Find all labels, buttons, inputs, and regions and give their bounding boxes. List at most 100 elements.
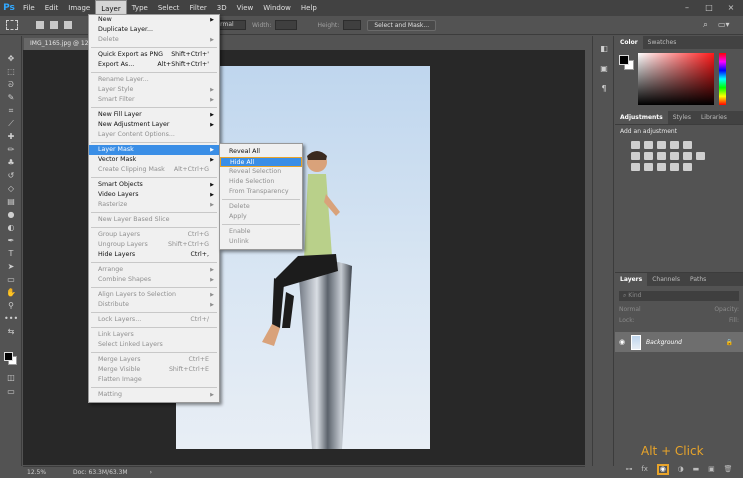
menu-item-video-layers[interactable]: Video Layers ▶ — [89, 190, 219, 200]
menu-item-new[interactable]: New ▶ — [89, 15, 219, 25]
trash-icon[interactable]: 🗑 — [724, 465, 733, 473]
move-tool-icon[interactable]: ✥ — [4, 54, 18, 64]
type-tool-icon[interactable]: T — [4, 249, 18, 259]
menu-item-hide-all[interactable]: Hide All — [220, 157, 302, 167]
dodge-tool-icon[interactable]: ◐ — [4, 223, 18, 233]
hue-slider[interactable] — [719, 53, 726, 105]
layer-row[interactable]: ◉ Background 🔒 — [615, 332, 743, 352]
tab-styles[interactable]: Styles — [668, 111, 696, 124]
menu-item-merge-visible[interactable]: Merge Visible Shift+Ctrl+E — [89, 365, 219, 375]
eraser-tool-icon[interactable]: ◇ — [4, 184, 18, 194]
menu-item-new-fill-layer[interactable]: New Fill Layer ▶ — [89, 110, 219, 120]
pen-tool-icon[interactable]: ✒ — [4, 236, 18, 246]
menu-help[interactable]: Help — [296, 0, 322, 16]
menu-item-hide-layers[interactable]: Hide Layers Ctrl+, — [89, 250, 219, 260]
new-layer-icon[interactable]: ▣ — [708, 465, 715, 473]
link-icon[interactable]: ⊶ — [625, 465, 632, 473]
tab-libraries[interactable]: Libraries — [696, 111, 732, 124]
history-dock-icon[interactable]: ▣ — [597, 64, 611, 76]
levels-icon[interactable] — [644, 141, 653, 149]
menu-window[interactable]: Window — [258, 0, 296, 16]
menu-item-rename-layer[interactable]: Rename Layer... — [89, 75, 219, 85]
menu-item-combine-shapes[interactable]: Combine Shapes ▶ — [89, 275, 219, 285]
new-selection-icon[interactable] — [36, 21, 44, 29]
close-button[interactable]: × — [721, 0, 741, 14]
selective-color-icon[interactable] — [670, 163, 679, 171]
eye-icon[interactable]: ◉ — [615, 338, 629, 346]
menu-item-matting[interactable]: Matting ▶ — [89, 390, 219, 400]
menu-file[interactable]: File — [18, 0, 40, 16]
quick-select-tool-icon[interactable]: ✎ — [4, 93, 18, 103]
channel-mixer-icon[interactable] — [696, 152, 705, 160]
workspace-icon[interactable]: ▭▾ — [718, 20, 730, 29]
tab-swatches[interactable]: Swatches — [643, 36, 682, 49]
menu-item-enable[interactable]: Enable — [220, 227, 302, 237]
black-white-icon[interactable] — [670, 152, 679, 160]
photo-filter-icon[interactable] — [683, 152, 692, 160]
menu-view[interactable]: View — [232, 0, 259, 16]
menu-item-hide-selection[interactable]: Hide Selection — [220, 177, 302, 187]
lasso-tool-icon[interactable]: ᘐ — [4, 80, 18, 90]
crop-tool-icon[interactable]: ⌗ — [4, 106, 18, 116]
fx-icon[interactable]: fx — [641, 465, 648, 473]
width-field[interactable] — [275, 20, 298, 30]
menu-item-smart-objects[interactable]: Smart Objects ▶ — [89, 180, 219, 190]
tab-channels[interactable]: Channels — [647, 273, 685, 286]
healing-tool-icon[interactable]: ✚ — [4, 132, 18, 142]
document-tab[interactable]: IMG_1165.jpg @ 12.5 — [24, 38, 90, 50]
adjustment-layer-icon[interactable]: ◑ — [678, 465, 684, 473]
menu-item-new-layer-based-slice[interactable]: New Layer Based Slice — [89, 215, 219, 225]
menu-item-create-clipping-mask[interactable]: Create Clipping Mask Alt+Ctrl+G — [89, 165, 219, 175]
paragraph-dock-icon[interactable]: ¶ — [597, 84, 611, 96]
blur-tool-icon[interactable]: ● — [4, 210, 18, 220]
status-arrow-icon[interactable]: › — [150, 469, 152, 476]
foreground-color-swatch[interactable] — [4, 352, 13, 361]
menu-item-distribute[interactable]: Distribute ▶ — [89, 300, 219, 310]
curves-icon[interactable] — [657, 141, 666, 149]
gradient-map-icon[interactable] — [683, 141, 692, 149]
menu-item-unlink[interactable]: Unlink — [220, 237, 302, 247]
menu-item-duplicate-layer[interactable]: Duplicate Layer... — [89, 25, 219, 35]
brush-tool-icon[interactable]: ✏ — [4, 145, 18, 155]
menu-item-delete[interactable]: Delete ▶ — [89, 35, 219, 45]
color-picker-field[interactable] — [638, 53, 714, 105]
menu-item-reveal-all[interactable]: Reveal All — [220, 147, 302, 157]
tab-adjustments[interactable]: Adjustments — [615, 111, 668, 124]
screen-mode-icon[interactable]: ▭ — [4, 387, 18, 397]
layer-name[interactable]: Background — [646, 339, 682, 346]
marquee-tool-icon[interactable] — [6, 20, 18, 30]
menu-item-merge-layers[interactable]: Merge Layers Ctrl+E — [89, 355, 219, 365]
menu-item-align-layers-to-selection[interactable]: Align Layers to Selection ▶ — [89, 290, 219, 300]
menu-item-select-linked-layers[interactable]: Select Linked Layers — [89, 340, 219, 350]
menu-item-export-as[interactable]: Export As... Alt+Shift+Ctrl+' — [89, 60, 219, 70]
menu-item-group-layers[interactable]: Group Layers Ctrl+G — [89, 230, 219, 240]
menu-item-from-transparency[interactable]: From Transparency — [220, 187, 302, 197]
stamp-tool-icon[interactable]: ♣ — [4, 158, 18, 168]
menu-item-layer-mask[interactable]: Layer Mask ▶ — [89, 145, 219, 155]
properties-dock-icon[interactable]: ◧ — [597, 44, 611, 56]
layer-filter-select[interactable]: ⌕ Kind — [619, 291, 739, 301]
menu-item-reveal-selection[interactable]: Reveal Selection — [220, 167, 302, 177]
marquee-tool-icon[interactable]: ⬚ — [4, 67, 18, 77]
tab-layers[interactable]: Layers — [615, 273, 648, 286]
vibrance-icon[interactable] — [631, 152, 640, 160]
tab-color[interactable]: Color — [615, 36, 643, 49]
eyedropper-tool-icon[interactable]: ⟋ — [4, 119, 18, 129]
threshold-icon[interactable] — [657, 163, 666, 171]
blend-mode-select[interactable]: Normal — [619, 306, 641, 313]
menu-item-delete[interactable]: Delete — [220, 202, 302, 212]
hue-sat-icon[interactable] — [644, 152, 653, 160]
new-group-icon[interactable]: ▬ — [693, 465, 700, 473]
shape-tool-icon[interactable]: ▭ — [4, 275, 18, 285]
color-lookup-icon[interactable] — [683, 163, 692, 171]
history-brush-icon[interactable]: ↺ — [4, 171, 18, 181]
default-colors-icon[interactable]: ⇆ — [4, 327, 18, 337]
menu-item-flatten-image[interactable]: Flatten Image — [89, 375, 219, 385]
hand-tool-icon[interactable]: ✋ — [4, 288, 18, 298]
menu-item-apply[interactable]: Apply — [220, 212, 302, 222]
add-selection-icon[interactable] — [50, 21, 58, 29]
gradient-tool-icon[interactable]: ▤ — [4, 197, 18, 207]
menu-item-new-adjustment-layer[interactable]: New Adjustment Layer ▶ — [89, 120, 219, 130]
menu-item-ungroup-layers[interactable]: Ungroup Layers Shift+Ctrl+G — [89, 240, 219, 250]
posterize-icon[interactable] — [644, 163, 653, 171]
